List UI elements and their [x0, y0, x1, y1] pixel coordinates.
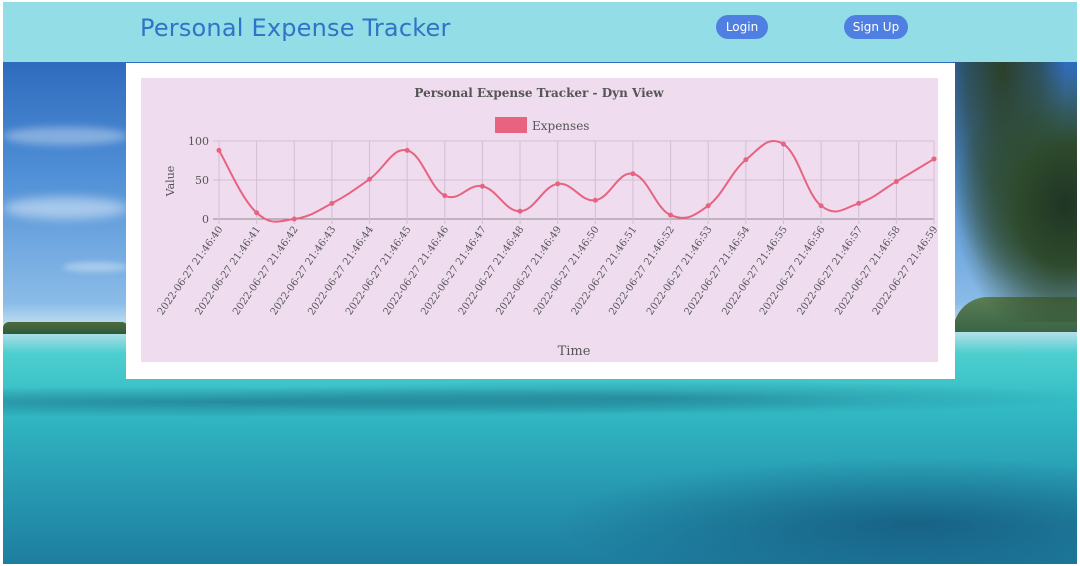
data-point[interactable] — [818, 203, 824, 209]
y-axis-ticks: 0 50 100 — [188, 135, 209, 226]
cloud — [63, 262, 128, 272]
y-axis-label: Value — [164, 166, 177, 198]
data-point[interactable] — [668, 212, 674, 218]
cloud — [3, 127, 128, 145]
x-tick-label: 2022-06-27 21:46:59 — [871, 224, 938, 317]
data-point[interactable] — [479, 183, 485, 189]
login-button[interactable]: Login — [716, 15, 768, 39]
x-tick-label: 2022-06-27 21:46:44 — [306, 224, 376, 317]
expense-line-chart: Personal Expense Tracker - Dyn View Expe… — [156, 86, 938, 359]
legend-label[interactable]: Expenses — [532, 119, 589, 133]
navbar: Personal Expense Tracker Login Sign Up — [3, 2, 1077, 62]
y-tick-label: 100 — [188, 135, 209, 148]
x-tick-label: 2022-06-27 21:46:55 — [720, 224, 790, 317]
x-tick-label: 2022-06-27 21:46:54 — [683, 224, 753, 317]
x-tick-label: 2022-06-27 21:46:43 — [269, 224, 339, 317]
data-point[interactable] — [630, 171, 636, 177]
data-point[interactable] — [291, 216, 297, 222]
x-tick-label: 2022-06-27 21:46:57 — [796, 224, 866, 317]
chart-area: Personal Expense Tracker - Dyn View Expe… — [141, 78, 938, 362]
x-tick-label: 2022-06-27 21:46:56 — [758, 224, 828, 317]
signup-button[interactable]: Sign Up — [844, 15, 908, 39]
data-point[interactable] — [856, 200, 862, 206]
data-point[interactable] — [743, 157, 749, 163]
x-axis-ticks: 2022-06-27 21:46:402022-06-27 21:46:4120… — [156, 224, 938, 317]
x-tick-label: 2022-06-27 21:46:48 — [457, 224, 527, 317]
cloud — [3, 197, 128, 219]
x-tick-label: 2022-06-27 21:46:47 — [419, 224, 489, 317]
data-point[interactable] — [442, 193, 448, 199]
y-tick-label: 50 — [195, 174, 209, 187]
x-tick-label: 2022-06-27 21:46:45 — [344, 224, 414, 317]
x-tick-label: 2022-06-27 21:46:46 — [382, 224, 452, 317]
data-point[interactable] — [329, 200, 335, 206]
data-point[interactable] — [517, 208, 523, 214]
deep-water — [523, 452, 1077, 564]
x-tick-label: 2022-06-27 21:46:53 — [645, 224, 715, 317]
grid-lines — [213, 140, 935, 224]
data-point[interactable] — [555, 181, 561, 187]
data-point[interactable] — [931, 156, 937, 162]
palm-tree — [953, 62, 1077, 322]
data-point[interactable] — [705, 203, 711, 209]
data-point[interactable] — [592, 197, 598, 203]
x-tick-label: 2022-06-27 21:46:42 — [231, 224, 301, 317]
y-tick-label: 0 — [202, 213, 209, 226]
x-tick-label: 2022-06-27 21:46:58 — [833, 224, 903, 317]
app-title[interactable]: Personal Expense Tracker — [140, 14, 451, 42]
x-axis-label: Time — [558, 344, 591, 359]
data-point[interactable] — [893, 179, 899, 185]
chart-title: Personal Expense Tracker - Dyn View — [414, 86, 664, 100]
chart-card: Personal Expense Tracker - Dyn View Expe… — [126, 63, 955, 379]
island — [3, 322, 128, 334]
x-tick-label: 2022-06-27 21:46:40 — [156, 224, 226, 317]
x-tick-label: 2022-06-27 21:46:49 — [494, 224, 564, 317]
x-tick-label: 2022-06-27 21:46:41 — [193, 224, 263, 317]
data-point[interactable] — [254, 210, 260, 216]
data-point[interactable] — [404, 147, 410, 153]
data-point[interactable] — [367, 176, 373, 182]
x-tick-label: 2022-06-27 21:46:51 — [570, 224, 640, 317]
expenses-series-line — [218, 139, 935, 223]
reef — [3, 382, 1077, 422]
x-tick-label: 2022-06-27 21:46:50 — [532, 224, 602, 317]
data-point[interactable] — [216, 147, 222, 153]
legend-swatch[interactable] — [495, 117, 527, 133]
data-point[interactable] — [780, 141, 786, 147]
x-tick-label: 2022-06-27 21:46:52 — [607, 224, 677, 317]
